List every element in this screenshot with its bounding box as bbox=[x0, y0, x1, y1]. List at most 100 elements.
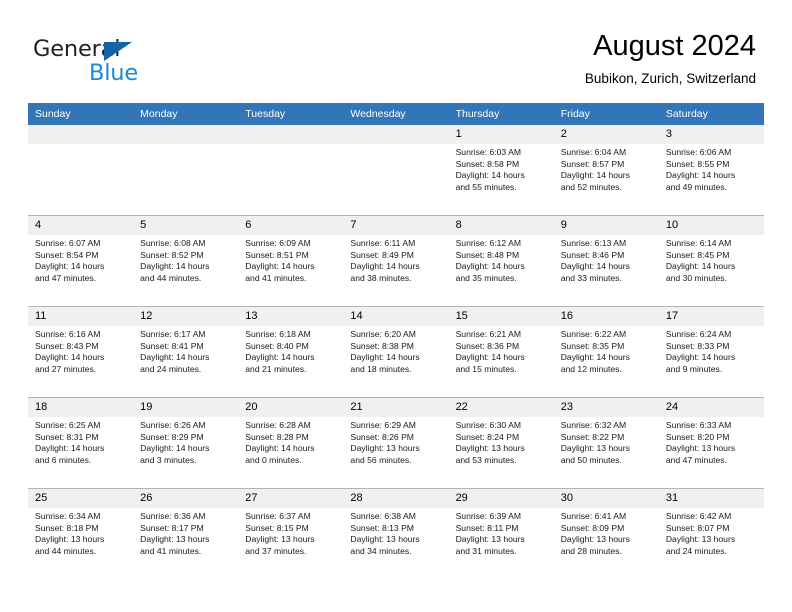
daylight-duration-line2: and 6 minutes. bbox=[35, 454, 92, 465]
day-cell-content: 20 Sunrise: 6:28 AM Sunset: 8:28 PM Dayligh… bbox=[238, 398, 344, 487]
day-number: 20 bbox=[238, 398, 344, 417]
sunset-time: Sunset: 8:07 PM bbox=[665, 522, 730, 533]
day-number: 26 bbox=[133, 489, 239, 508]
day-number: 9 bbox=[553, 216, 659, 235]
daylight-duration-line1: Daylight: 13 hours bbox=[35, 534, 105, 545]
day-sun-details: Sunrise: 6:22 AM Sunset: 8:35 PM Daylight:… bbox=[554, 326, 659, 375]
day-sun-details: Sunrise: 6:24 AM Sunset: 8:33 PM Daylight:… bbox=[659, 326, 764, 375]
daylight-duration-line1: Daylight: 14 hours bbox=[35, 443, 105, 454]
day-sun-details: Sunrise: 6:11 AM Sunset: 8:49 PM Daylight:… bbox=[343, 235, 448, 284]
calendar-day-cell[interactable]: 15 Sunrise: 6:21 AM Sunset: 8:36 PM Dayligh… bbox=[448, 306, 554, 398]
sunrise-time: Sunrise: 6:04 AM bbox=[560, 147, 627, 157]
day-number: 27 bbox=[238, 489, 344, 508]
calendar-day-cell[interactable]: 6 Sunrise: 6:09 AM Sunset: 8:51 PM Daylight… bbox=[238, 215, 344, 307]
daylight-duration-line2: and 49 minutes. bbox=[665, 181, 727, 192]
daylight-duration-line2: and 41 minutes. bbox=[245, 272, 307, 283]
day-sun-details: Sunrise: 6:21 AM Sunset: 8:36 PM Daylight:… bbox=[449, 326, 554, 375]
daylight-duration-line2: and 27 minutes. bbox=[35, 363, 97, 374]
day-sun-details: Sunrise: 6:07 AM Sunset: 8:54 PM Daylight:… bbox=[28, 235, 133, 284]
calendar-day-cell[interactable]: 11 Sunrise: 6:16 AM Sunset: 8:43 PM Dayligh… bbox=[28, 306, 134, 398]
calendar-day-cell[interactable]: 31 Sunrise: 6:42 AM Sunset: 8:07 PM Dayligh… bbox=[658, 488, 764, 579]
calendar-header-row: Sunday Monday Tuesday Wednesday Thursday… bbox=[28, 103, 764, 125]
calendar-day-cell[interactable]: 30 Sunrise: 6:41 AM Sunset: 8:09 PM Dayligh… bbox=[553, 488, 659, 579]
calendar-day-cell[interactable]: 17 Sunrise: 6:24 AM Sunset: 8:33 PM Dayligh… bbox=[658, 306, 764, 398]
day-number: 31 bbox=[658, 489, 764, 508]
day-sun-details: Sunrise: 6:34 AM Sunset: 8:18 PM Daylight:… bbox=[28, 508, 133, 557]
sunrise-time: Sunrise: 6:21 AM bbox=[455, 329, 522, 339]
day-number: 16 bbox=[553, 307, 659, 326]
sunset-time: Sunset: 8:28 PM bbox=[245, 431, 309, 442]
daylight-duration-line1: Daylight: 14 hours bbox=[665, 261, 736, 272]
calendar-day-cell[interactable]: 28 Sunrise: 6:38 AM Sunset: 8:13 PM Dayligh… bbox=[343, 488, 449, 579]
page-subtitle-location: Bubikon, Zurich, Switzerland bbox=[584, 71, 756, 86]
calendar-day-cell[interactable] bbox=[28, 125, 134, 216]
calendar-day-cell[interactable]: 2 Sunrise: 6:04 AM Sunset: 8:57 PM Daylight… bbox=[553, 125, 659, 216]
day-sun-details: Sunrise: 6:33 AM Sunset: 8:20 PM Daylight:… bbox=[659, 417, 764, 466]
calendar-day-cell[interactable]: 4 Sunrise: 6:07 AM Sunset: 8:54 PM Daylight… bbox=[28, 215, 134, 307]
sunset-time: Sunset: 8:52 PM bbox=[140, 249, 204, 260]
daylight-duration-line1: Daylight: 14 hours bbox=[35, 352, 105, 363]
calendar-day-cell[interactable]: 27 Sunrise: 6:37 AM Sunset: 8:15 PM Dayligh… bbox=[238, 488, 344, 579]
day-cell-content: 13 Sunrise: 6:18 AM Sunset: 8:40 PM Dayligh… bbox=[238, 307, 344, 396]
calendar-day-cell[interactable]: 18 Sunrise: 6:25 AM Sunset: 8:31 PM Dayligh… bbox=[28, 397, 134, 489]
calendar-day-cell[interactable]: 3 Sunrise: 6:06 AM Sunset: 8:55 PM Daylight… bbox=[658, 125, 764, 216]
sunset-time: Sunset: 8:48 PM bbox=[455, 249, 520, 260]
calendar-day-cell[interactable] bbox=[133, 125, 239, 216]
calendar-day-cell[interactable]: 22 Sunrise: 6:30 AM Sunset: 8:24 PM Dayligh… bbox=[448, 397, 554, 489]
calendar-day-cell[interactable]: 13 Sunrise: 6:18 AM Sunset: 8:40 PM Dayligh… bbox=[238, 306, 344, 398]
calendar-day-cell[interactable]: 29 Sunrise: 6:39 AM Sunset: 8:11 PM Dayligh… bbox=[448, 488, 554, 579]
calendar-day-cell[interactable]: 26 Sunrise: 6:36 AM Sunset: 8:17 PM Dayligh… bbox=[133, 488, 239, 579]
sunset-time: Sunset: 8:09 PM bbox=[560, 522, 625, 533]
day-cell-content: 19 Sunrise: 6:26 AM Sunset: 8:29 PM Dayligh… bbox=[133, 398, 239, 487]
calendar-day-cell[interactable]: 21 Sunrise: 6:29 AM Sunset: 8:26 PM Dayligh… bbox=[343, 397, 449, 489]
calendar-day-cell[interactable]: 20 Sunrise: 6:28 AM Sunset: 8:28 PM Dayligh… bbox=[238, 397, 344, 489]
calendar-day-cell[interactable]: 8 Sunrise: 6:12 AM Sunset: 8:48 PM Daylight… bbox=[448, 215, 554, 307]
calendar-day-cell[interactable]: 5 Sunrise: 6:08 AM Sunset: 8:52 PM Daylight… bbox=[133, 215, 239, 307]
daylight-duration-line1: Daylight: 14 hours bbox=[455, 170, 525, 181]
sunset-time: Sunset: 8:45 PM bbox=[665, 249, 730, 260]
calendar-day-cell[interactable]: 24 Sunrise: 6:33 AM Sunset: 8:20 PM Dayligh… bbox=[658, 397, 764, 489]
day-number: 12 bbox=[133, 307, 239, 326]
calendar-day-cell[interactable]: 23 Sunrise: 6:32 AM Sunset: 8:22 PM Dayligh… bbox=[553, 397, 659, 489]
sunrise-time: Sunrise: 6:38 AM bbox=[350, 511, 416, 521]
calendar-day-cell[interactable]: 14 Sunrise: 6:20 AM Sunset: 8:38 PM Dayligh… bbox=[343, 306, 449, 398]
day-cell-content: 22 Sunrise: 6:30 AM Sunset: 8:24 PM Dayligh… bbox=[448, 398, 554, 487]
calendar-day-cell[interactable]: 12 Sunrise: 6:17 AM Sunset: 8:41 PM Dayligh… bbox=[133, 306, 239, 398]
calendar-day-cell[interactable]: 7 Sunrise: 6:11 AM Sunset: 8:49 PM Daylight… bbox=[343, 215, 449, 307]
day-sun-details: Sunrise: 6:26 AM Sunset: 8:29 PM Daylight:… bbox=[133, 417, 238, 466]
sunrise-time: Sunrise: 6:11 AM bbox=[350, 238, 416, 248]
sunset-time: Sunset: 8:55 PM bbox=[665, 158, 730, 169]
daylight-duration-line1: Daylight: 14 hours bbox=[140, 352, 210, 363]
calendar-day-cell[interactable]: 1 Sunrise: 6:03 AM Sunset: 8:58 PM Daylight… bbox=[448, 125, 554, 216]
day-cell-content: 7 Sunrise: 6:11 AM Sunset: 8:49 PM Daylight… bbox=[343, 216, 449, 305]
sunset-time: Sunset: 8:17 PM bbox=[140, 522, 204, 533]
daylight-duration-line2: and 47 minutes. bbox=[665, 454, 727, 465]
calendar-day-cell[interactable] bbox=[343, 125, 449, 216]
calendar-day-cell[interactable]: 16 Sunrise: 6:22 AM Sunset: 8:35 PM Dayligh… bbox=[553, 306, 659, 398]
weekday-header-wednesday: Wednesday bbox=[343, 103, 449, 125]
day-cell-content bbox=[28, 125, 134, 214]
calendar-day-cell[interactable]: 10 Sunrise: 6:14 AM Sunset: 8:45 PM Dayligh… bbox=[658, 215, 764, 307]
general-blue-logo[interactable]: General Blue bbox=[33, 36, 233, 92]
day-cell-content: 12 Sunrise: 6:17 AM Sunset: 8:41 PM Dayligh… bbox=[133, 307, 239, 396]
day-sun-details: Sunrise: 6:39 AM Sunset: 8:11 PM Daylight:… bbox=[449, 508, 554, 557]
day-cell-content: 30 Sunrise: 6:41 AM Sunset: 8:09 PM Dayligh… bbox=[553, 489, 659, 578]
daylight-duration-line1: Daylight: 14 hours bbox=[665, 170, 736, 181]
daylight-duration-line2: and 34 minutes. bbox=[350, 545, 412, 556]
daylight-duration-line2: and 50 minutes. bbox=[560, 454, 622, 465]
weekday-header-tuesday: Tuesday bbox=[238, 103, 344, 125]
sunrise-time: Sunrise: 6:32 AM bbox=[560, 420, 627, 430]
day-sun-details: Sunrise: 6:20 AM Sunset: 8:38 PM Daylight:… bbox=[343, 326, 448, 375]
sunset-time: Sunset: 8:29 PM bbox=[140, 431, 204, 442]
calendar-day-cell[interactable]: 19 Sunrise: 6:26 AM Sunset: 8:29 PM Dayligh… bbox=[133, 397, 239, 489]
calendar-day-cell[interactable] bbox=[238, 125, 344, 216]
day-number: 25 bbox=[28, 489, 134, 508]
calendar-day-cell[interactable]: 25 Sunrise: 6:34 AM Sunset: 8:18 PM Dayligh… bbox=[28, 488, 134, 579]
sunset-time: Sunset: 8:18 PM bbox=[35, 522, 99, 533]
day-number: 24 bbox=[658, 398, 764, 417]
sunrise-time: Sunrise: 6:29 AM bbox=[350, 420, 416, 430]
day-sun-details: Sunrise: 6:28 AM Sunset: 8:28 PM Daylight:… bbox=[238, 417, 343, 466]
day-number: 5 bbox=[133, 216, 239, 235]
sunrise-time: Sunrise: 6:24 AM bbox=[665, 329, 732, 339]
calendar-day-cell[interactable]: 9 Sunrise: 6:13 AM Sunset: 8:46 PM Daylight… bbox=[553, 215, 659, 307]
